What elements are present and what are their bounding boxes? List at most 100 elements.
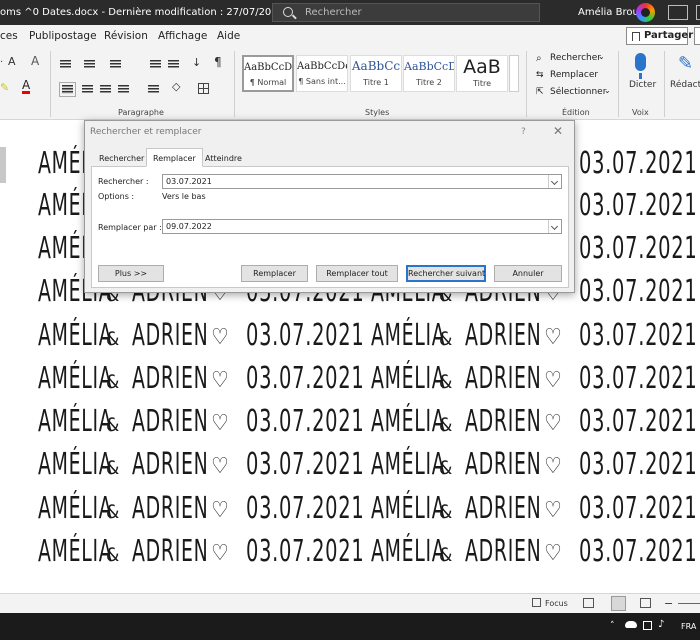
- ampersand: &: [106, 328, 120, 350]
- print-layout-icon[interactable]: [611, 596, 626, 611]
- replace-label: Remplacer: [550, 70, 599, 80]
- name-right: ADRIEN: [132, 318, 209, 353]
- help-button[interactable]: ?: [521, 127, 526, 137]
- share-icon: [632, 32, 640, 41]
- name-left: AMÉLIA: [371, 361, 446, 396]
- focus-icon[interactable]: [532, 598, 541, 607]
- style-heading-2[interactable]: AaBbCcD Titre 2: [403, 55, 455, 92]
- name-left: AMÉLIA: [38, 404, 113, 439]
- search-box[interactable]: Rechercher: [272, 3, 540, 22]
- align-center-icon[interactable]: [82, 85, 93, 94]
- chevron-up-icon[interactable]: ˄: [610, 621, 615, 631]
- group-label-voice: Voix: [632, 108, 649, 117]
- style-title[interactable]: AaB Titre: [456, 55, 508, 92]
- styles-scroll[interactable]: [509, 55, 519, 92]
- find-replace-dialog: Rechercher et remplacer ? ✕ Rechercher R…: [84, 120, 575, 293]
- clear-formatting-icon[interactable]: A: [31, 54, 39, 68]
- style-no-spacing[interactable]: AaBbCcDdE ¶ Sans int...: [296, 55, 348, 92]
- font-color-dropdown-icon[interactable]: ·: [0, 57, 3, 68]
- name-left: AMÉLIA: [371, 447, 446, 482]
- pilcrow-icon[interactable]: ¶: [214, 55, 222, 69]
- volume-icon[interactable]: ♪: [658, 619, 664, 630]
- chevron-down-icon[interactable]: [548, 220, 561, 233]
- date-text: 03.07.2021: [579, 318, 698, 353]
- increase-indent-icon[interactable]: [168, 60, 179, 69]
- comments-button[interactable]: [694, 27, 700, 45]
- font-color-icon[interactable]: A: [22, 79, 31, 94]
- replace-input[interactable]: 09.07.2022: [162, 219, 562, 234]
- decrease-indent-icon[interactable]: [150, 60, 161, 69]
- editor-pen-icon: ✎: [678, 53, 694, 74]
- date-text: 03.07.2021: [579, 231, 698, 266]
- chevron-down-icon: ⌄: [604, 86, 611, 95]
- date-text: 03.07.2021: [246, 491, 365, 526]
- font-grow-icon[interactable]: A: [8, 55, 16, 68]
- shading-icon[interactable]: ◇: [172, 80, 180, 93]
- ampersand: &: [106, 501, 120, 523]
- search-icon: [283, 7, 293, 17]
- group-label-editing: Édition: [562, 108, 590, 117]
- microphone-icon: [635, 53, 646, 71]
- borders-icon[interactable]: [198, 83, 209, 94]
- tab-replace[interactable]: Remplacer: [146, 148, 203, 167]
- align-right-icon[interactable]: [100, 85, 111, 94]
- style-heading-1[interactable]: AaBbCc Titre 1: [350, 55, 402, 92]
- read-mode-icon[interactable]: [583, 598, 594, 608]
- date-text: 03.07.2021: [579, 188, 698, 223]
- replace-button[interactable]: Remplacer: [241, 265, 308, 282]
- page-marker: [0, 147, 6, 183]
- date-text: 03.07.2021: [579, 146, 698, 181]
- focus-label[interactable]: Focus: [545, 599, 568, 608]
- find-next-button[interactable]: Rechercher suivant: [406, 265, 486, 282]
- find-input[interactable]: 03.07.2021: [162, 174, 562, 189]
- close-icon[interactable]: ✕: [553, 124, 563, 138]
- ribbon-display-button[interactable]: [668, 5, 688, 20]
- heart-icon: ♡: [544, 325, 562, 350]
- name-right: ADRIEN: [465, 491, 542, 526]
- align-left-icon[interactable]: [59, 82, 76, 97]
- style-normal[interactable]: AaBbCcDdE ¶ Normal: [242, 55, 294, 92]
- name-left: AMÉLIA: [371, 404, 446, 439]
- network-icon[interactable]: [643, 621, 652, 630]
- user-name[interactable]: Amélia Brou: [578, 7, 639, 18]
- name-right: ADRIEN: [465, 361, 542, 396]
- tab-view[interactable]: Affichage: [158, 30, 207, 42]
- dictate-button[interactable]: Dicter: [624, 51, 658, 103]
- editor-button[interactable]: ✎ Rédacte: [668, 51, 700, 103]
- highlight-icon[interactable]: ✎: [0, 81, 9, 94]
- replace-all-button[interactable]: Remplacer tout: [316, 265, 398, 282]
- language-indicator[interactable]: FRA: [681, 622, 696, 631]
- share-button[interactable]: Partager: [626, 27, 693, 45]
- zoom-out-icon[interactable]: −: [664, 597, 673, 610]
- cloud-icon[interactable]: [625, 621, 637, 628]
- name-right: ADRIEN: [132, 404, 209, 439]
- select-icon: ⇱: [536, 87, 544, 97]
- tab-goto[interactable]: Atteindre: [199, 151, 248, 166]
- tab-mailings[interactable]: Publipostage: [29, 30, 97, 42]
- justify-icon[interactable]: [118, 85, 129, 94]
- line-spacing-icon[interactable]: [148, 85, 159, 94]
- style-name: Titre 2: [416, 78, 442, 87]
- cancel-button[interactable]: Annuler: [494, 265, 562, 282]
- avatar[interactable]: [636, 3, 655, 22]
- sort-icon[interactable]: ↓: [192, 56, 201, 69]
- tab-find[interactable]: Rechercher: [93, 151, 151, 166]
- web-layout-icon[interactable]: [640, 598, 651, 608]
- style-preview: AaBbCcDdE: [297, 61, 347, 72]
- multilevel-list-icon[interactable]: [110, 60, 121, 69]
- heart-icon: ♡: [211, 411, 229, 436]
- tab-help[interactable]: Aide: [217, 30, 240, 42]
- tab-review[interactable]: Révision: [104, 30, 148, 42]
- zoom-slider[interactable]: [678, 603, 700, 604]
- share-label: Partager: [644, 30, 694, 41]
- date-text: 03.07.2021: [579, 447, 698, 482]
- name-left: AMÉLIA: [371, 491, 446, 526]
- tab-references[interactable]: ces: [0, 30, 18, 42]
- chevron-down-icon[interactable]: [548, 175, 561, 188]
- bullets-icon[interactable]: [60, 60, 71, 69]
- minimize-button[interactable]: [696, 5, 700, 20]
- options-value: Vers le bas: [162, 192, 206, 201]
- numbering-icon[interactable]: [84, 60, 95, 69]
- group-separator: [234, 51, 235, 117]
- more-button[interactable]: Plus >>: [98, 265, 164, 282]
